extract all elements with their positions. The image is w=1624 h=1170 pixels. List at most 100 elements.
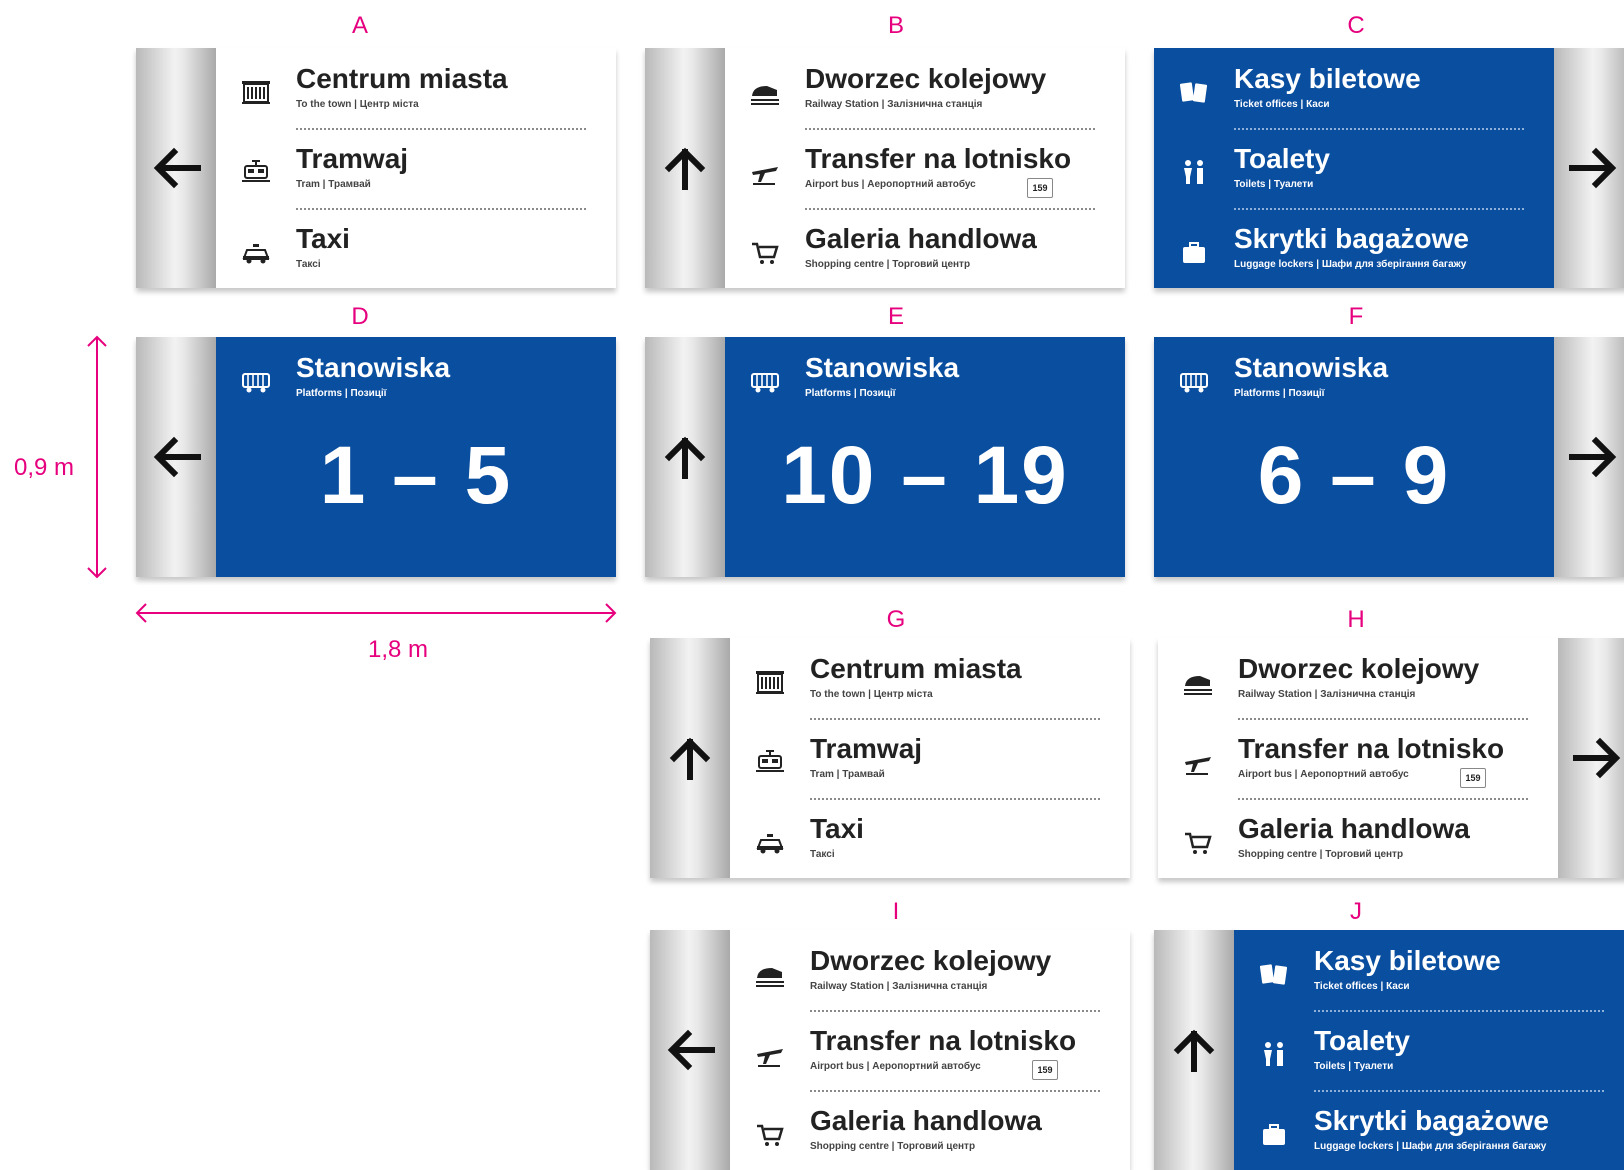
destination-title: Kasy biletowe — [1314, 945, 1501, 976]
destination-title: Centrum miasta — [810, 653, 1022, 684]
sign-row: Transfer na lotnisko Airport bus | Аероп… — [730, 1024, 1130, 1084]
sign-letter: J — [1350, 898, 1362, 925]
dotted-divider — [296, 128, 586, 130]
sign-letter: E — [887, 303, 904, 330]
sign-row: Skrytki bagażowe Luggage lockers | Шафи … — [1234, 1104, 1624, 1164]
destination-subtitle: Таксі — [296, 259, 321, 270]
sign-row: Transfer na lotnisko Airport bus | Аероп… — [1158, 732, 1558, 792]
dotted-divider — [1234, 128, 1524, 130]
destination-subtitle: Таксі — [810, 849, 835, 860]
platform-range: 6 – 9 — [1257, 430, 1451, 521]
sign-row: Toalety Toilets | Туалети — [1234, 1024, 1624, 1084]
destination-title: Dworzec kolejowy — [810, 945, 1052, 976]
sign-g: Centrum miasta To the town | Центр міста… — [650, 638, 1130, 878]
plane-icon — [1185, 757, 1211, 775]
destination-subtitle: Shopping centre | Торговий центр — [805, 259, 971, 270]
train-icon — [756, 968, 784, 987]
sign-row: Skrytki bagażowe Luggage lockers | Шафи … — [1154, 222, 1554, 282]
bus-icon — [751, 373, 779, 393]
arrow-up-icon — [664, 436, 706, 479]
destination-title: Transfer na lotnisko — [805, 143, 1072, 174]
sign-panel: Centrum miasta To the town | Центр міста… — [216, 48, 616, 288]
sign-row: Transfer na lotnisko Airport bus | Аероп… — [725, 142, 1125, 202]
destination-title: Galeria handlowa — [810, 1105, 1042, 1136]
sign-row: Galeria handlowa Shopping centre | Торго… — [725, 222, 1125, 282]
plane-icon — [752, 167, 778, 185]
luggage-icon — [1263, 1124, 1285, 1145]
sign-pole — [136, 48, 216, 288]
tram-icon — [756, 750, 784, 772]
sign-panel: Centrum miasta To the town | Центр міста… — [730, 638, 1130, 878]
tickets-icon — [1179, 82, 1208, 103]
bus-icon — [242, 373, 270, 393]
sign-i: Dworzec kolejowy Railway Station | Заліз… — [650, 930, 1130, 1170]
destination-title: Transfer na lotnisko — [810, 1025, 1077, 1056]
destination-subtitle: Platforms | Позиції — [1234, 388, 1325, 399]
sign-row: Kasy biletowe Ticket offices | Каси — [1154, 62, 1554, 122]
sign-d: Stanowiska Platforms | Позиції 1 – 5 — [136, 337, 616, 577]
sign-panel: Stanowiska Platforms | Позиції 10 – 19 — [725, 337, 1125, 577]
destination-subtitle: To the town | Центр міста — [296, 99, 419, 110]
dotted-divider — [810, 1010, 1100, 1012]
width-dimension-label: 1,8 m — [368, 636, 429, 663]
destination-subtitle: Toilets | Туалети — [1314, 1061, 1394, 1072]
arrow-up-icon — [664, 147, 706, 190]
sign-pole — [1558, 638, 1624, 878]
sign-f: Stanowiska Platforms | Позиції 6 – 9 — [1154, 337, 1624, 577]
sign-row: Stanowiska Platforms | Позиції — [725, 351, 1125, 411]
tram-icon — [242, 160, 270, 182]
sign-row: Galeria handlowa Shopping centre | Торго… — [1158, 812, 1558, 872]
sign-h: Dworzec kolejowy Railway Station | Заліз… — [1158, 638, 1624, 878]
destination-subtitle: To the town | Центр міста — [810, 689, 933, 700]
dotted-divider — [810, 718, 1100, 720]
sign-letter: F — [1348, 303, 1364, 330]
sign-row: Stanowiska Platforms | Позиції — [1154, 351, 1554, 411]
destination-subtitle: Luggage lockers | Шафи для зберігання ба… — [1314, 1141, 1547, 1152]
sign-panel: Dworzec kolejowy Railway Station | Заліз… — [1158, 638, 1558, 878]
sign-row: Taxi Таксі — [730, 812, 1130, 872]
sign-row: Toalety Toilets | Туалети — [1154, 142, 1554, 202]
dotted-divider — [805, 208, 1095, 210]
sign-row: Stanowiska Platforms | Позиції — [216, 351, 616, 411]
destination-subtitle: Airport bus | Аеропортний автобус — [1238, 769, 1409, 780]
dotted-divider — [296, 208, 586, 210]
cart-icon — [757, 1124, 784, 1146]
sign-pole — [1554, 337, 1624, 577]
destination-title: Taxi — [810, 813, 864, 844]
taxi-icon — [242, 244, 270, 264]
arrow-up-icon — [669, 737, 711, 780]
destination-subtitle: Shopping centre | Торговий центр — [1238, 849, 1404, 860]
arrow-right-icon — [1573, 737, 1621, 779]
plane-icon — [757, 1049, 783, 1067]
destination-title: Stanowiska — [1234, 352, 1389, 383]
sign-pole — [645, 337, 725, 577]
sign-e: Stanowiska Platforms | Позиції 10 – 19 — [645, 337, 1125, 577]
sign-letter: B — [887, 12, 904, 39]
sign-letter: C — [1347, 12, 1365, 39]
sign-panel: Dworzec kolejowy Railway Station | Заліз… — [730, 930, 1130, 1170]
luggage-icon — [1183, 242, 1205, 263]
destination-title: Galeria handlowa — [1238, 813, 1470, 844]
sign-row: Centrum miasta To the town | Центр міста — [216, 62, 616, 122]
destination-title: Skrytki bagażowe — [1314, 1105, 1549, 1136]
width-dimension-line — [135, 603, 617, 623]
sign-letter: H — [1347, 606, 1365, 633]
destination-title: Transfer na lotnisko — [1238, 733, 1505, 764]
sign-pole — [1554, 48, 1624, 288]
sign-letter: G — [886, 606, 906, 633]
sign-row: Tramwaj Tram | Трамвай — [216, 142, 616, 202]
dotted-divider — [1238, 718, 1528, 720]
destination-subtitle: Luggage lockers | Шафи для зберігання ба… — [1234, 259, 1467, 270]
bus-number-badge: 159 — [1032, 1060, 1058, 1080]
sign-row: Centrum miasta To the town | Центр міста — [730, 652, 1130, 712]
sign-j: Kasy biletowe Ticket offices | Каси Toal… — [1154, 930, 1624, 1170]
destination-subtitle: Toilets | Туалети — [1234, 179, 1314, 190]
sign-panel: Dworzec kolejowy Railway Station | Заліз… — [725, 48, 1125, 288]
arrow-right-icon — [1569, 147, 1617, 189]
bus-icon — [1180, 373, 1208, 393]
destination-title: Skrytki bagażowe — [1234, 223, 1469, 254]
arrow-left-icon — [153, 147, 201, 189]
arrow-left-icon — [153, 436, 201, 478]
dotted-divider — [810, 798, 1100, 800]
destination-title: Toalety — [1314, 1025, 1410, 1056]
